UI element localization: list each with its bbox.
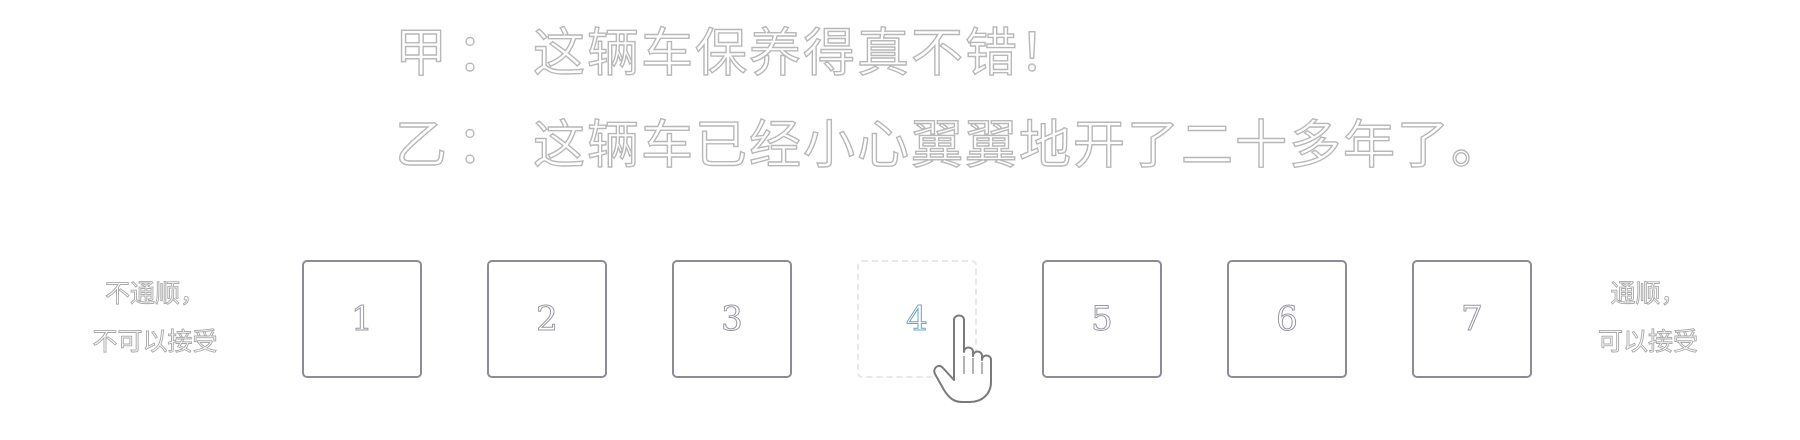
dialogue-text: 这辆车保养得真不错！ xyxy=(532,23,1074,84)
rating-option-1[interactable]: 1 xyxy=(302,260,422,378)
speaker-label: 乙 xyxy=(394,115,450,176)
speaker-colon: ： xyxy=(456,115,512,176)
rating-option-number: 3 xyxy=(721,299,744,340)
hand-pointer-icon xyxy=(933,314,992,403)
rating-option-2[interactable]: 2 xyxy=(487,260,607,378)
scale-left-label-line1: 不通顺， xyxy=(104,279,206,309)
rating-option-number: 7 xyxy=(1461,299,1484,340)
dialogue: 甲 ： 这辆车保养得真不错！ 乙 ： 这辆车已经小心翼翼地开了二十多年了。 xyxy=(394,8,1506,192)
dialogue-line-a: 甲 ： 这辆车保养得真不错！ xyxy=(394,8,1505,100)
rating-option-5[interactable]: 5 xyxy=(1042,260,1162,378)
scale-right-label: 通顺， 可以接受 xyxy=(1553,270,1743,366)
scale-left-label-line2: 不可以接受 xyxy=(92,327,218,357)
scale-left-label: 不通顺， 不可以接受 xyxy=(60,270,250,366)
rating-option-6[interactable]: 6 xyxy=(1227,260,1347,378)
rating-option-7[interactable]: 7 xyxy=(1412,260,1532,378)
scale-right-label-line1: 通顺， xyxy=(1610,279,1686,309)
rating-option-number: 5 xyxy=(1091,299,1114,340)
scale-right-label-line2: 可以接受 xyxy=(1597,327,1699,357)
speaker-colon: ： xyxy=(456,23,512,84)
dialogue-line-b: 乙 ： 这辆车已经小心翼翼地开了二十多年了。 xyxy=(394,100,1506,192)
rating-option-number: 1 xyxy=(351,299,374,340)
rating-scale: 不通顺， 不可以接受 1 2 3 4 5 6 7 通顺， 可以接受 xyxy=(0,258,1800,382)
rating-option-number: 4 xyxy=(906,299,929,340)
rating-option-number: 6 xyxy=(1276,299,1299,340)
rating-option-number: 2 xyxy=(536,299,559,340)
dialogue-text: 这辆车已经小心翼翼地开了二十多年了。 xyxy=(532,115,1506,176)
speaker-label: 甲 xyxy=(394,23,450,84)
rating-option-3[interactable]: 3 xyxy=(672,260,792,378)
